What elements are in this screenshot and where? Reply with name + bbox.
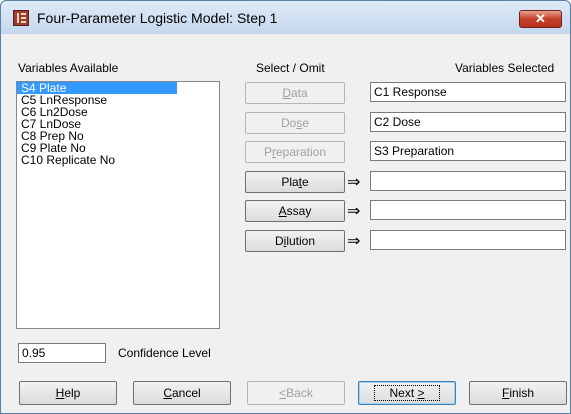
list-item[interactable]: C10 Replicate No — [17, 154, 219, 166]
select-omit-label: Select / Omit — [256, 61, 325, 75]
back-button-accel: < — [279, 386, 287, 400]
title-bar[interactable]: Four-Parameter Logistic Model: Step 1 ✕ — [1, 1, 570, 35]
next-button-focus-outline: Next > — [374, 385, 440, 401]
variables-selected-label: Variables Selected — [455, 61, 555, 75]
plate-button-label-post: e — [302, 175, 309, 189]
help-button-label: elp — [64, 386, 81, 400]
variables-available-label: Variables Available — [18, 61, 119, 75]
assay-button-accel: A — [278, 204, 287, 218]
plate-button-label-pre: Pla — [281, 175, 299, 189]
preparation-selected-field[interactable]: S3 Preparation — [370, 141, 566, 161]
next-button-label: Next — [389, 386, 418, 400]
help-button-accel: H — [55, 386, 65, 400]
dose-selected-field[interactable]: C2 Dose — [370, 112, 566, 132]
assay-selected-field[interactable] — [370, 200, 566, 220]
plate-select-button[interactable]: Pla t e — [245, 171, 345, 193]
variables-available-list[interactable]: S4 Plate C5 LnResponse C6 Ln2Dose C7 LnD… — [16, 81, 220, 329]
assay-arrow-icon: ⇒ — [347, 203, 361, 220]
next-button-accel: > — [417, 386, 425, 400]
window-title: Four-Parameter Logistic Model: Step 1 — [37, 10, 278, 26]
cancel-button-label: ancel — [171, 386, 201, 400]
dose-select-button[interactable]: Do s e — [245, 112, 345, 134]
next-button[interactable]: Next > — [358, 381, 456, 405]
data-select-button[interactable]: Data — [245, 82, 345, 104]
preparation-select-button[interactable]: Pr eparation — [245, 141, 345, 163]
close-button[interactable]: ✕ — [519, 10, 562, 28]
close-icon: ✕ — [535, 11, 546, 26]
plate-selected-field[interactable] — [370, 171, 566, 191]
data-button-label-post: ata — [290, 86, 308, 100]
back-button-label: Back — [286, 386, 313, 400]
preparation-button-label-pre: P — [263, 145, 272, 159]
cancel-button[interactable]: Cancel — [133, 381, 231, 405]
preparation-button-label-post: eparation — [275, 145, 327, 159]
dilution-button-label-post: lution — [286, 234, 316, 248]
finish-button[interactable]: Finish — [469, 381, 567, 405]
dose-button-label-post: e — [302, 116, 310, 130]
data-button-accel: D — [282, 86, 291, 100]
cancel-button-accel: C — [163, 386, 172, 400]
dilution-button-label-pre: D — [274, 234, 284, 248]
confidence-level-input[interactable]: 0.95 — [18, 343, 106, 363]
confidence-level-label: Confidence Level — [118, 346, 211, 360]
dose-button-label-pre: Do — [280, 116, 297, 130]
back-button[interactable]: < Back — [247, 381, 345, 405]
dilution-arrow-icon: ⇒ — [347, 233, 361, 250]
assay-button-label-post: ssay — [286, 204, 312, 218]
help-button[interactable]: Help — [19, 381, 117, 405]
finish-button-accel: F — [501, 386, 510, 400]
app-chart-icon — [13, 10, 29, 26]
dilution-selected-field[interactable] — [370, 230, 566, 250]
plate-arrow-icon: ⇒ — [347, 174, 361, 191]
data-selected-field[interactable]: C1 Response — [370, 82, 566, 102]
assay-select-button[interactable]: Assay — [245, 200, 345, 222]
finish-button-label: inish — [509, 386, 535, 400]
dilution-select-button[interactable]: Di lution — [245, 230, 345, 252]
